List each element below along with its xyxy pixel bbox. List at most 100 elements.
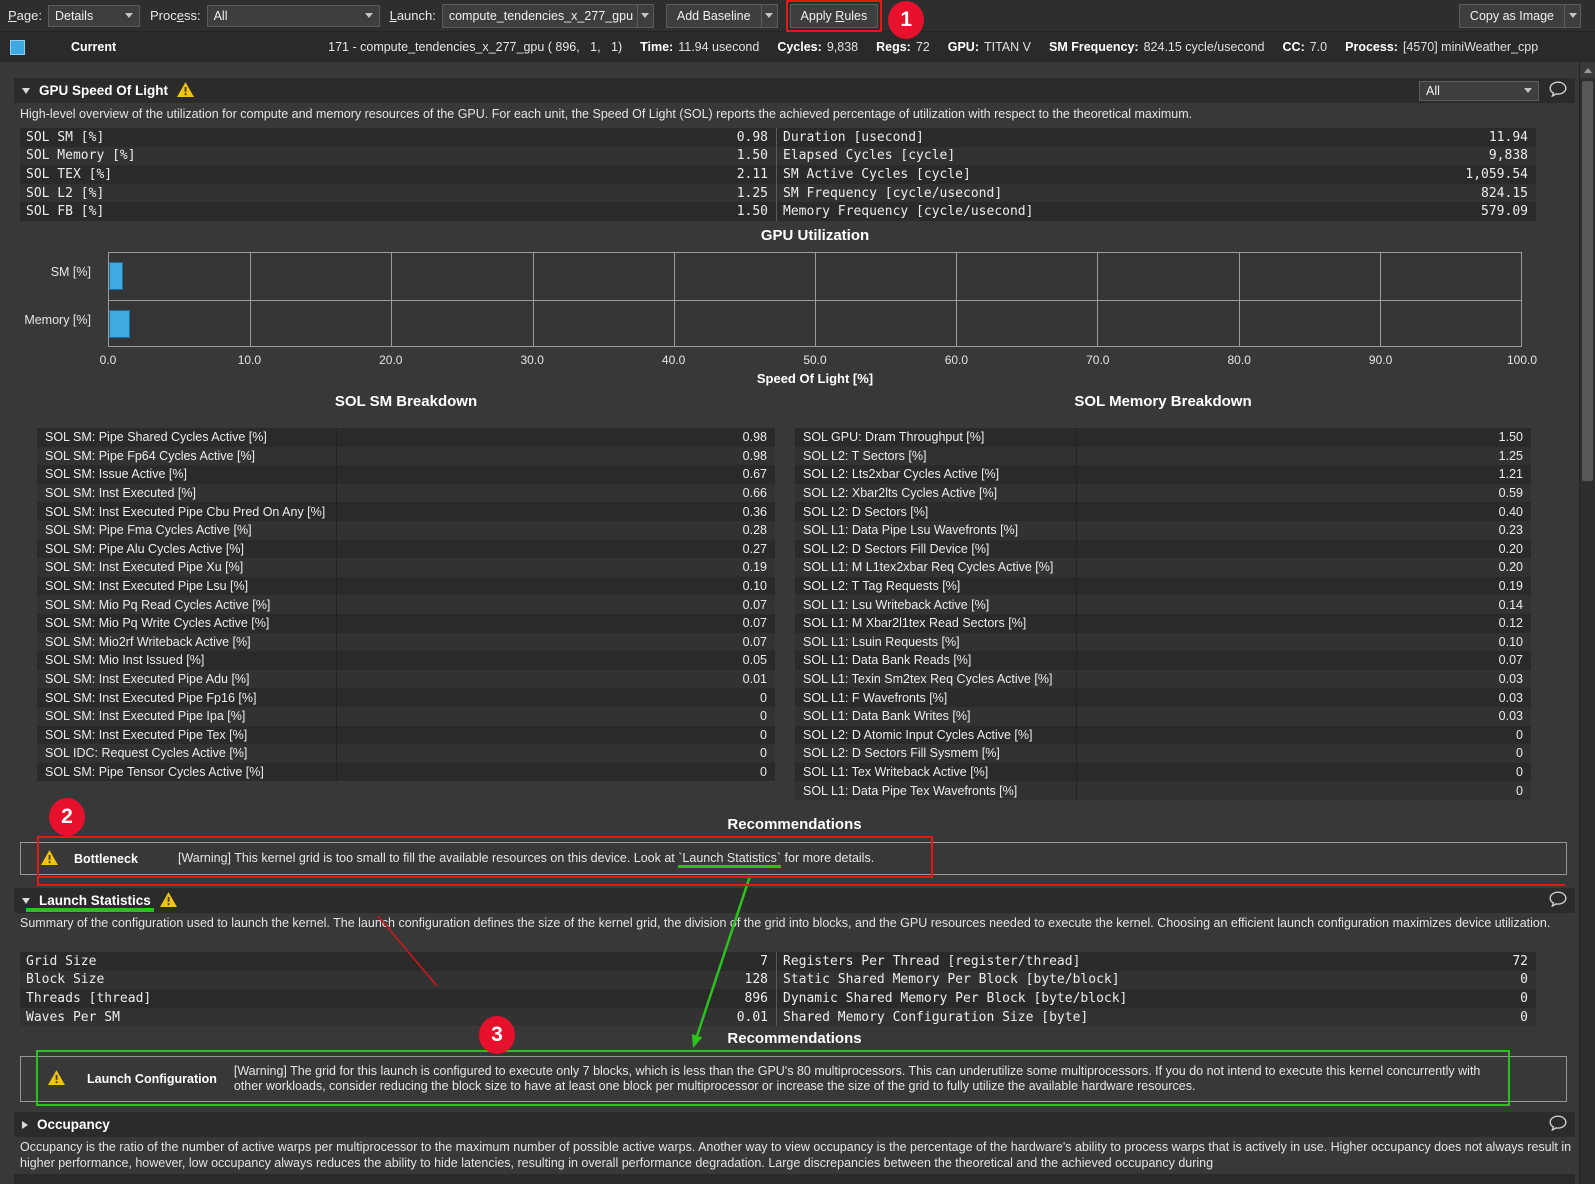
- warning-icon: [177, 82, 194, 100]
- metric-name: SOL IDC: Request Cycles Active [%]: [37, 744, 337, 763]
- table-row: SOL L1: M Xbar2l1tex Read Sectors [%]0.1…: [795, 614, 1531, 633]
- launch-label: Launch:: [390, 8, 436, 23]
- section-header-launch-statistics[interactable]: Launch Statistics: [14, 888, 1575, 913]
- apply-rules-button[interactable]: Apply Rules: [790, 4, 879, 28]
- table-row: Waves Per SM0.01: [20, 1008, 776, 1027]
- section-header-gpu-speed-of-light[interactable]: GPU Speed Of Light All: [14, 78, 1575, 103]
- collapse-icon[interactable]: [22, 898, 30, 904]
- collapse-icon[interactable]: [22, 88, 30, 94]
- launch-select-arrow[interactable]: [638, 4, 654, 28]
- metric-name: SOL TEX [%]: [26, 167, 737, 182]
- tick-label: 20.0: [379, 353, 402, 367]
- metric-value: 0: [337, 691, 775, 705]
- page-select[interactable]: Details: [48, 5, 140, 27]
- add-baseline-arrow[interactable]: [762, 4, 778, 28]
- metric-value: 72: [1512, 954, 1528, 969]
- band-divider: [109, 300, 1521, 301]
- process-select-value: All: [214, 9, 228, 23]
- stat-value: 824.15 cycle/usecond: [1144, 40, 1265, 54]
- table-row: Block Size128: [20, 971, 776, 990]
- stat-label: Regs:: [876, 40, 911, 54]
- launch-statistics-link[interactable]: `Launch Statistics`: [678, 851, 781, 868]
- comment-icon[interactable]: [1549, 891, 1567, 910]
- memory-breakdown-title: SOL Memory Breakdown: [795, 393, 1531, 410]
- metric-value: 0.36: [337, 505, 775, 519]
- metric-value: 0.27: [337, 542, 775, 556]
- sol-table-left: SOL SM [%]0.98SOL Memory [%]1.50SOL TEX …: [20, 128, 776, 221]
- tick-label: 0.0: [100, 353, 117, 367]
- tick-label: 90.0: [1369, 353, 1392, 367]
- comment-icon[interactable]: [1549, 81, 1567, 100]
- add-baseline-button[interactable]: Add Baseline: [666, 4, 762, 28]
- launch-stats-table: Grid Size7Block Size128Threads [thread]8…: [20, 952, 1535, 1026]
- tick-label: 80.0: [1228, 353, 1251, 367]
- launch-stats-right: Registers Per Thread [register/thread]72…: [776, 952, 1536, 1026]
- chevron-down-icon: [641, 13, 649, 18]
- scroll-up-icon: [1584, 68, 1592, 73]
- recommendations-heading: Recommendations: [14, 1030, 1575, 1047]
- launch-select[interactable]: compute_tendencies_x_277_gpu: [442, 4, 638, 28]
- table-row: SOL SM: Inst Executed Pipe Fp16 [%]0: [37, 688, 775, 707]
- table-row: Registers Per Thread [register/thread]72: [777, 952, 1536, 971]
- tick-label: 30.0: [521, 353, 544, 367]
- vertical-scrollbar[interactable]: [1579, 62, 1595, 1184]
- table-row: Static Shared Memory Per Block [byte/blo…: [777, 971, 1536, 990]
- chart-title: GPU Utilization: [108, 227, 1522, 244]
- metric-name: SOL SM: Issue Active [%]: [37, 465, 337, 484]
- expand-icon[interactable]: [22, 1121, 28, 1129]
- scroll-up-button[interactable]: [1580, 62, 1595, 78]
- stat: Time:11.94 usecond: [640, 40, 759, 54]
- metric-value: 579.09: [1481, 204, 1528, 219]
- table-row: SOL L2: Lts2xbar Cycles Active [%]1.21: [795, 465, 1531, 484]
- launch-stats-left: Grid Size7Block Size128Threads [thread]8…: [20, 952, 776, 1026]
- metric-name: SOL L2: D Sectors Fill Device [%]: [795, 540, 1077, 559]
- metric-name: SOL L1: Data Bank Reads [%]: [795, 651, 1077, 670]
- copy-as-image-arrow[interactable]: [1565, 4, 1581, 28]
- metric-name: SOL SM: Inst Executed Pipe Tex [%]: [37, 726, 337, 745]
- section-header-occupancy[interactable]: Occupancy: [14, 1112, 1575, 1137]
- table-row: SOL SM: Inst Executed Pipe Tex [%]0: [37, 726, 775, 745]
- process-select[interactable]: All: [207, 5, 380, 27]
- metric-value: 0.98: [337, 449, 775, 463]
- kernel-name: 171 - compute_tendencies_x_277_gpu ( 896…: [328, 40, 622, 54]
- comment-icon[interactable]: [1549, 1115, 1567, 1134]
- table-row: Duration [usecond]11.94: [777, 128, 1536, 147]
- metric-name: Duration [usecond]: [783, 130, 1489, 145]
- stat: Cycles:9,838: [777, 40, 858, 54]
- stat-value: [4570] miniWeather_cpp: [1403, 40, 1538, 54]
- sol-table-right: Duration [usecond]11.94Elapsed Cycles [c…: [776, 128, 1536, 221]
- copy-as-image-button[interactable]: Copy as Image: [1459, 4, 1565, 28]
- metric-value: 11.94: [1489, 130, 1528, 145]
- chevron-down-icon: [125, 13, 133, 18]
- tick-label: 40.0: [662, 353, 685, 367]
- category-label: Memory [%]: [24, 313, 91, 327]
- metric-name: SOL L2: Xbar2lts Cycles Active [%]: [795, 484, 1077, 503]
- stat: GPU:TITAN V: [948, 40, 1031, 54]
- category-label: SM [%]: [51, 265, 91, 279]
- annotation-circle-2: 2: [49, 798, 85, 836]
- stat-value: TITAN V: [984, 40, 1031, 54]
- metric-value: 0.67: [337, 467, 775, 481]
- annotation-circle-1: 1: [888, 1, 924, 39]
- tick-label: 10.0: [238, 353, 261, 367]
- chart-axis-ticks: 0.010.020.030.040.050.060.070.080.090.01…: [108, 353, 1522, 369]
- kernel-stats: Time:11.94 usecondCycles:9,838Regs:72GPU…: [640, 40, 1538, 54]
- table-row: Shared Memory Configuration Size [byte]0: [777, 1008, 1536, 1027]
- metric-value: 9,838: [1489, 148, 1528, 163]
- metric-name: SM Frequency [cycle/usecond]: [783, 186, 1481, 201]
- table-row: SOL L1: Data Bank Reads [%]0.07: [795, 651, 1531, 670]
- metric-name: Static Shared Memory Per Block [byte/blo…: [783, 972, 1520, 987]
- metric-value: 0.07: [337, 616, 775, 630]
- nsight-compute-details-page: Page: Details Process: All Launch: compu…: [0, 0, 1595, 1184]
- table-row: SOL L2: D Sectors Fill Device [%]0.20: [795, 540, 1531, 559]
- section-filter-select[interactable]: All: [1419, 81, 1539, 101]
- annotation-line: [37, 884, 1565, 886]
- metric-name: SOL SM: Inst Executed Pipe Cbu Pred On A…: [37, 502, 337, 521]
- launch-configuration-recommendation: Launch Configuration [Warning] The grid …: [20, 1056, 1567, 1102]
- scrollbar-thumb[interactable]: [1582, 81, 1593, 481]
- metric-value: 0.12: [1077, 616, 1531, 630]
- metric-name: SOL L1: Texin Sm2tex Req Cycles Active […: [795, 670, 1077, 689]
- metric-name: SOL L1: F Wavefronts [%]: [795, 688, 1077, 707]
- stat: SM Frequency:824.15 cycle/usecond: [1049, 40, 1265, 54]
- chart-x-axis-label: Speed Of Light [%]: [108, 371, 1522, 386]
